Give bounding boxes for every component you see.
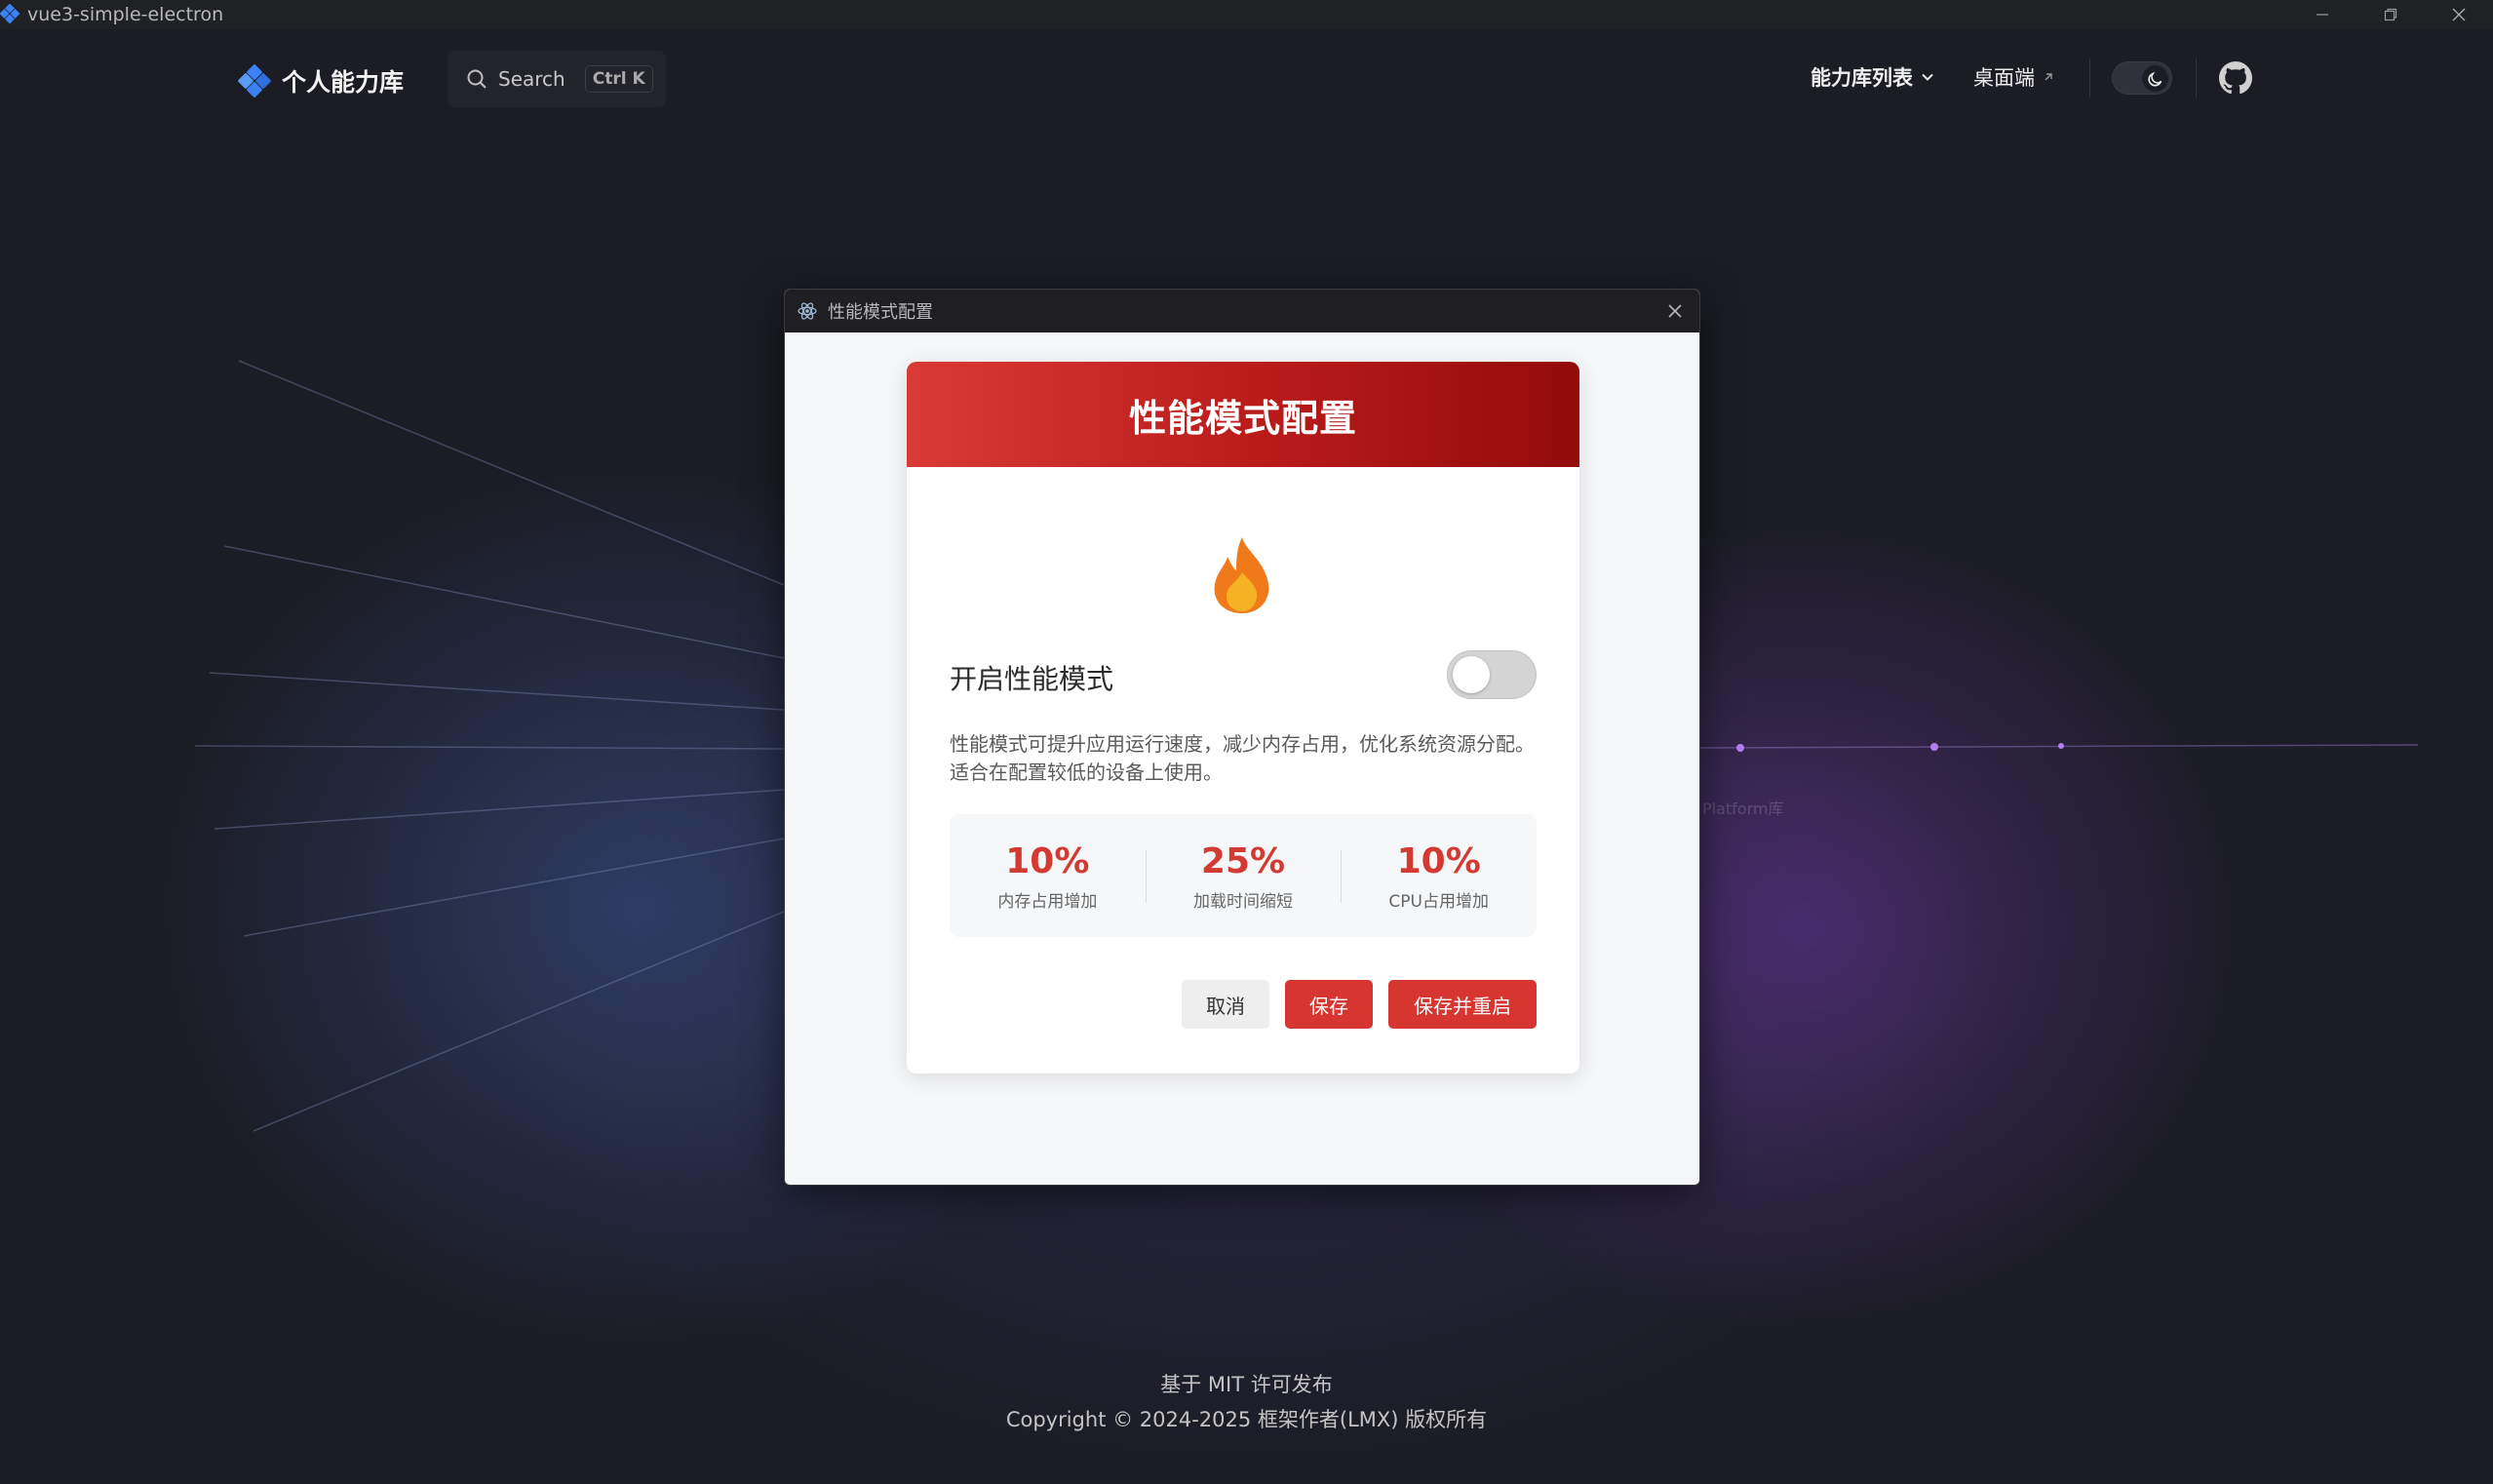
- stat-item: 10% CPU占用增加: [1341, 840, 1537, 912]
- performance-stats: 10% 内存占用增加 25% 加载时间缩短 10% CPU占用增加: [950, 814, 1537, 937]
- dialog-window-title: 性能模式配置: [828, 302, 933, 323]
- stat-value: 10%: [1396, 840, 1481, 881]
- minimize-button[interactable]: [2288, 0, 2357, 29]
- switch-knob: [1453, 656, 1490, 693]
- brand-logo-icon: [238, 64, 271, 98]
- cancel-button[interactable]: 取消: [1182, 980, 1269, 1029]
- page-footer: 基于 MIT 许可发布 Copyright © 2024-2025 框架作者(L…: [0, 1369, 2493, 1439]
- desktop-label: 桌面端: [1973, 66, 2035, 90]
- search-shortcut: Ctrl K: [584, 65, 653, 93]
- external-link-icon: [2045, 73, 2052, 81]
- ability-list-menu[interactable]: 能力库列表: [1811, 62, 1934, 92]
- performance-card: 性能模式配置 开启性能模式 性能模式可提升应用运行速度，减少内存占用，优化系统资…: [907, 362, 1579, 1074]
- theme-toggle-knob: [2142, 65, 2168, 92]
- top-navbar: 个人能力库 Search Ctrl K 能力库列表 桌面端: [0, 29, 2493, 125]
- performance-mode-switch[interactable]: [1447, 650, 1537, 699]
- theme-toggle[interactable]: [2112, 61, 2172, 95]
- background-node-label: Platform库: [1702, 800, 1784, 818]
- ability-list-label: 能力库列表: [1811, 66, 1913, 90]
- stat-caption: 加载时间缩短: [1193, 891, 1293, 912]
- dialog-close-icon[interactable]: [1664, 300, 1686, 322]
- search-button[interactable]: Search Ctrl K: [448, 51, 666, 107]
- stat-caption: CPU占用增加: [1388, 891, 1489, 912]
- stat-item: 25% 加载时间缩短: [1145, 840, 1342, 912]
- performance-toggle-label: 开启性能模式: [950, 663, 1114, 695]
- stat-item: 10% 内存占用增加: [950, 840, 1146, 912]
- window-titlebar: vue3-simple-electron: [0, 0, 2493, 29]
- save-button[interactable]: 保存: [1285, 980, 1373, 1029]
- close-icon: [2452, 8, 2466, 21]
- search-label: Search: [498, 67, 565, 91]
- nav-divider: [2196, 59, 2197, 98]
- card-header: 性能模式配置: [907, 362, 1579, 467]
- search-icon: [467, 69, 487, 89]
- stat-value: 25%: [1200, 840, 1286, 881]
- electron-app-icon: [798, 302, 817, 320]
- restore-button[interactable]: [2357, 0, 2425, 29]
- flame-icon: [1214, 537, 1269, 613]
- desktop-link[interactable]: 桌面端: [1973, 62, 2054, 92]
- stat-caption: 内存占用增加: [997, 891, 1098, 912]
- performance-mode-dialog: 性能模式配置 性能模式配置 开启性能模式 性能模式可提升应用运行速度，减少内存占…: [784, 289, 1700, 1186]
- close-window-button[interactable]: [2425, 0, 2493, 29]
- moon-icon: [2147, 71, 2162, 86]
- copyright-text: Copyright © 2024-2025 框架作者(LMX) 版权所有: [1005, 1408, 1488, 1431]
- minimize-icon: [2317, 14, 2328, 16]
- dialog-actions: 取消 保存 保存并重启: [1182, 980, 1537, 1029]
- nav-divider: [2089, 59, 2090, 98]
- license-text: 基于 MIT 许可发布: [1160, 1373, 1333, 1396]
- restore-icon: [2384, 8, 2397, 21]
- github-icon[interactable]: [2219, 61, 2252, 95]
- dialog-titlebar: 性能模式配置: [785, 290, 1699, 332]
- stat-value: 10%: [1005, 840, 1090, 881]
- brand-link[interactable]: 个人能力库: [237, 63, 404, 98]
- window-title: vue3-simple-electron: [27, 4, 224, 25]
- performance-description: 性能模式可提升应用运行速度，减少内存占用，优化系统资源分配。适合在配置较低的设备…: [950, 732, 1535, 784]
- save-and-restart-button[interactable]: 保存并重启: [1388, 980, 1537, 1029]
- chevron-down-icon: [1922, 73, 1933, 81]
- app-logo-icon: [0, 4, 20, 24]
- performance-toggle-row: 开启性能模式: [950, 648, 1537, 701]
- brand-name: 个人能力库: [282, 68, 405, 97]
- card-title: 性能模式配置: [1128, 396, 1357, 440]
